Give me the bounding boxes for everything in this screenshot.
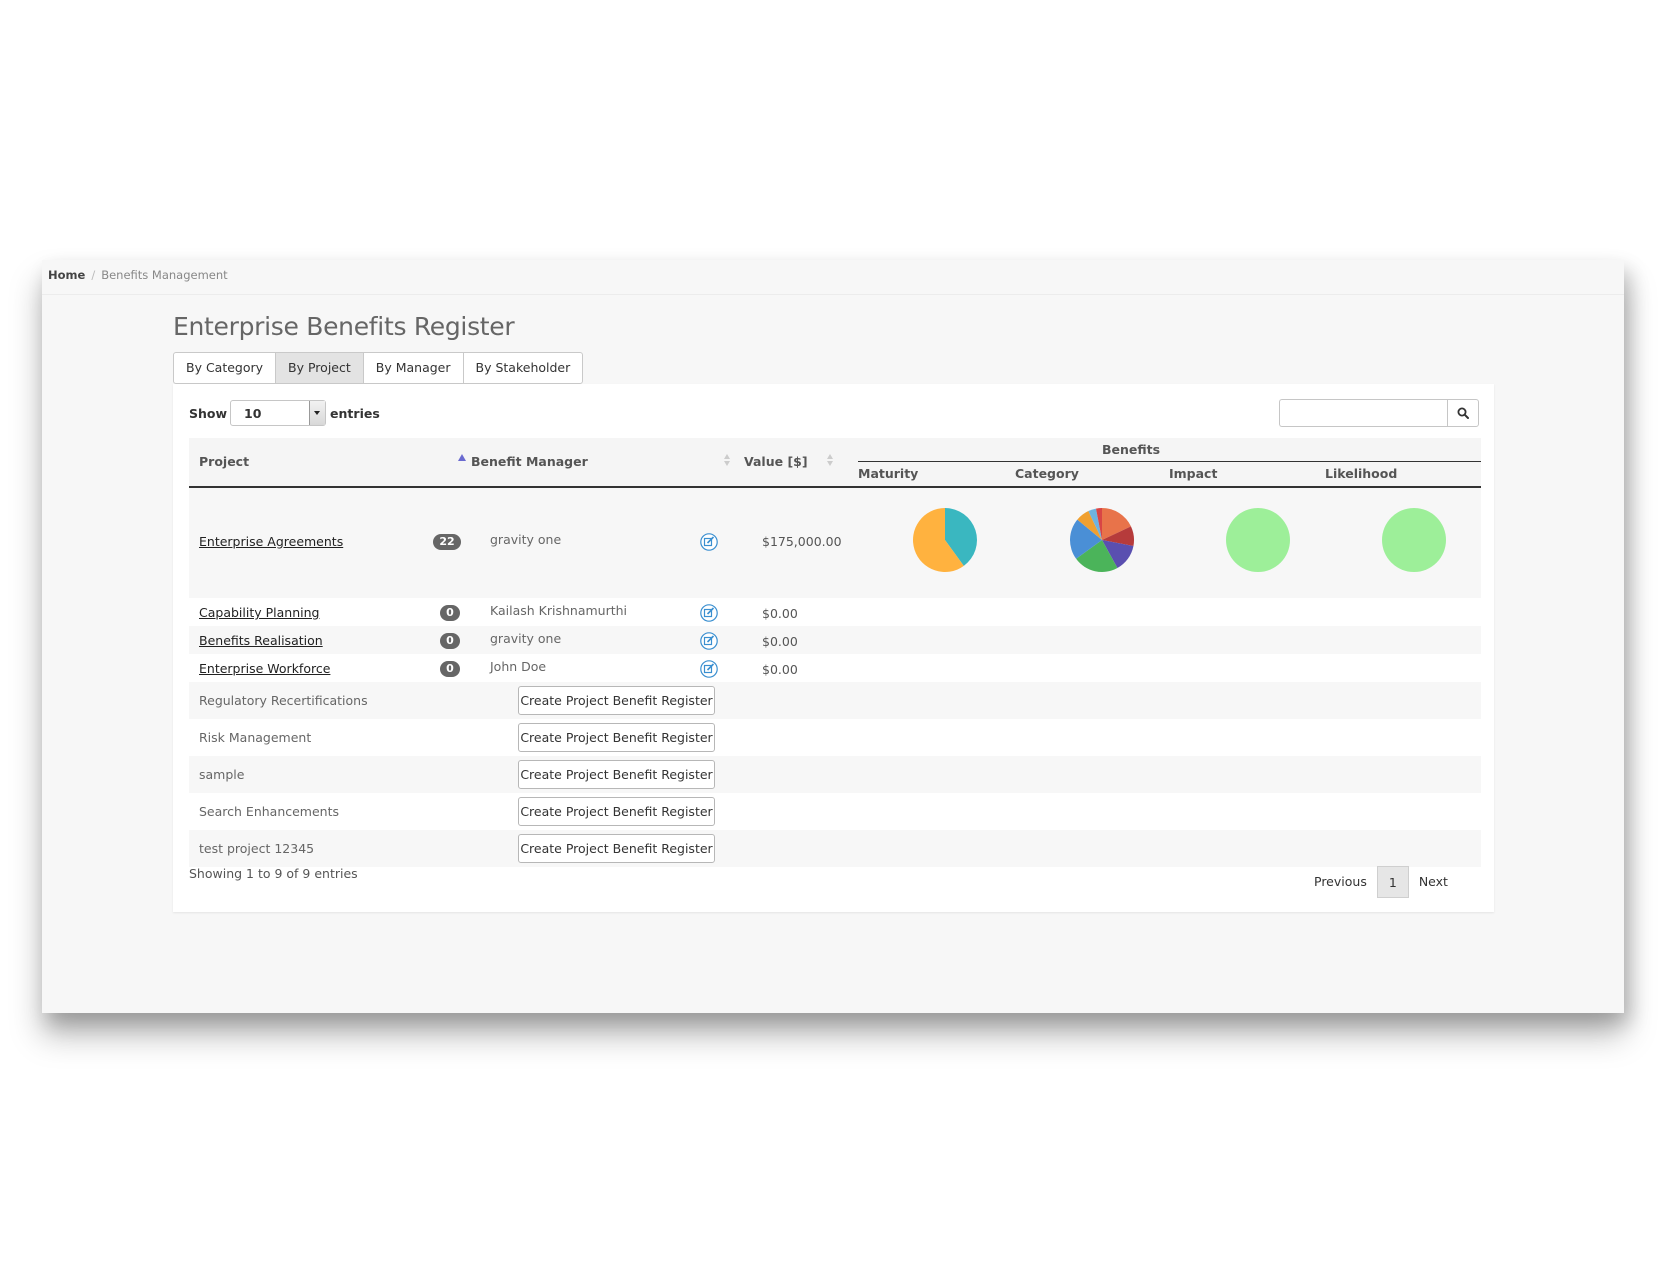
- entries-length-control: Show 10 entries: [189, 400, 380, 426]
- chevron-down-icon[interactable]: [309, 401, 326, 425]
- column-header-project[interactable]: Project: [199, 454, 249, 469]
- column-header-likelihood: Likelihood: [1325, 466, 1398, 481]
- pie-slice: [1226, 508, 1290, 572]
- table-row: Capability Planning 0 Kailash Krishnamur…: [189, 598, 1481, 626]
- create-benefit-register-button[interactable]: Create Project Benefit Register: [518, 834, 715, 863]
- app-window: Home / Benefits Management Enterprise Bene…: [42, 260, 1624, 1013]
- benefit-value: $175,000.00: [762, 534, 842, 549]
- entries-select[interactable]: 10: [230, 400, 327, 426]
- page-title: Enterprise Benefits Register: [173, 312, 515, 341]
- category-pie-chart: [1070, 508, 1134, 572]
- create-benefit-register-button[interactable]: Create Project Benefit Register: [518, 686, 715, 715]
- view-tabs: By Category By Project By Manager By Sta…: [173, 352, 584, 384]
- benefit-count-badge: 0: [440, 605, 460, 621]
- project-name: Search Enhancements: [199, 804, 340, 819]
- benefit-count-badge: 0: [440, 661, 460, 677]
- column-header-category: Category: [1015, 466, 1079, 481]
- table-info: Showing 1 to 9 of 9 entries: [189, 866, 358, 881]
- project-link[interactable]: Enterprise Workforce: [199, 661, 330, 676]
- project-name: test project 12345: [199, 841, 315, 856]
- search-box: [1279, 399, 1479, 427]
- edit-icon[interactable]: [700, 632, 718, 650]
- table-header: Project Benefit Manager Value [$] Benefi…: [189, 438, 1481, 488]
- likelihood-pie-chart: [1382, 508, 1446, 572]
- sort-asc-icon[interactable]: [458, 454, 466, 461]
- benefit-manager: John Doe: [490, 659, 547, 674]
- table-row: Risk Management Create Project Benefit R…: [189, 719, 1481, 756]
- table-row: test project 12345 Create Project Benefi…: [189, 830, 1481, 867]
- next-page-button[interactable]: Next: [1409, 866, 1458, 898]
- tab-by-manager[interactable]: By Manager: [362, 352, 464, 384]
- search-input[interactable]: [1279, 399, 1447, 427]
- breadcrumb: Home / Benefits Management: [48, 268, 228, 282]
- impact-pie-chart: [1226, 508, 1290, 572]
- project-name: Risk Management: [199, 730, 312, 745]
- pie-slice: [1382, 508, 1446, 572]
- benefit-manager: gravity one: [490, 532, 562, 547]
- tab-by-stakeholder[interactable]: By Stakeholder: [462, 352, 584, 384]
- edit-icon[interactable]: [700, 604, 718, 622]
- project-name: sample: [199, 767, 245, 782]
- maturity-pie-chart: [913, 508, 977, 572]
- project-link[interactable]: Benefits Realisation: [199, 633, 323, 648]
- sort-icon[interactable]: [724, 461, 730, 466]
- benefits-group-rule: [858, 461, 1481, 462]
- create-benefit-register-button[interactable]: Create Project Benefit Register: [518, 797, 715, 826]
- project-link[interactable]: Capability Planning: [199, 605, 319, 620]
- entries-select-value: 10: [244, 406, 262, 421]
- create-benefit-register-button[interactable]: Create Project Benefit Register: [518, 760, 715, 789]
- create-benefit-register-button[interactable]: Create Project Benefit Register: [518, 723, 715, 752]
- breadcrumb-current: Benefits Management: [101, 268, 228, 282]
- sort-icon[interactable]: [724, 454, 730, 459]
- entries-label: entries: [330, 405, 380, 421]
- benefit-manager: gravity one: [490, 631, 562, 646]
- column-header-benefit-manager[interactable]: Benefit Manager: [471, 454, 588, 469]
- edit-icon[interactable]: [700, 660, 718, 678]
- register-panel: Show 10 entries Project Benefit Manager …: [173, 384, 1494, 912]
- tab-by-category[interactable]: By Category: [173, 352, 277, 384]
- table-row: Benefits Realisation 0 gravity one $0.00: [189, 626, 1481, 654]
- benefit-manager: Kailash Krishnamurthi: [490, 603, 628, 618]
- table-row: sample Create Project Benefit Register: [189, 756, 1481, 793]
- sort-icon[interactable]: [827, 454, 833, 459]
- show-label: Show: [189, 405, 228, 421]
- column-header-impact: Impact: [1169, 466, 1218, 481]
- column-group-benefits: Benefits: [1102, 442, 1161, 457]
- search-icon: [1457, 407, 1469, 419]
- tab-by-project[interactable]: By Project: [275, 352, 364, 384]
- benefit-value: $0.00: [762, 606, 798, 621]
- breadcrumb-home[interactable]: Home: [48, 268, 85, 282]
- breadcrumb-separator: /: [91, 268, 96, 282]
- sort-icon[interactable]: [827, 461, 833, 466]
- column-header-value[interactable]: Value [$]: [744, 454, 808, 469]
- search-button[interactable]: [1447, 399, 1479, 427]
- benefit-value: $0.00: [762, 662, 798, 677]
- benefit-count-badge: 0: [440, 633, 460, 649]
- table-row: Enterprise Workforce 0 John Doe $0.00: [189, 654, 1481, 682]
- project-link[interactable]: Enterprise Agreements: [199, 534, 343, 549]
- benefit-count-badge: 22: [433, 534, 461, 550]
- benefit-value: $0.00: [762, 634, 798, 649]
- previous-page-button[interactable]: Previous: [1304, 866, 1377, 898]
- column-header-maturity: Maturity: [858, 466, 919, 481]
- project-name: Regulatory Recertifications: [199, 693, 368, 708]
- table-row: Enterprise Agreements 22 gravity one $17…: [189, 488, 1481, 598]
- page-1-button[interactable]: 1: [1376, 866, 1409, 898]
- breadcrumb-divider: [42, 294, 1624, 295]
- pagination: Previous 1 Next: [1304, 866, 1458, 898]
- table-row: Search Enhancements Create Project Benef…: [189, 793, 1481, 830]
- edit-icon[interactable]: [700, 533, 718, 551]
- table-row: Regulatory Recertifications Create Proje…: [189, 682, 1481, 719]
